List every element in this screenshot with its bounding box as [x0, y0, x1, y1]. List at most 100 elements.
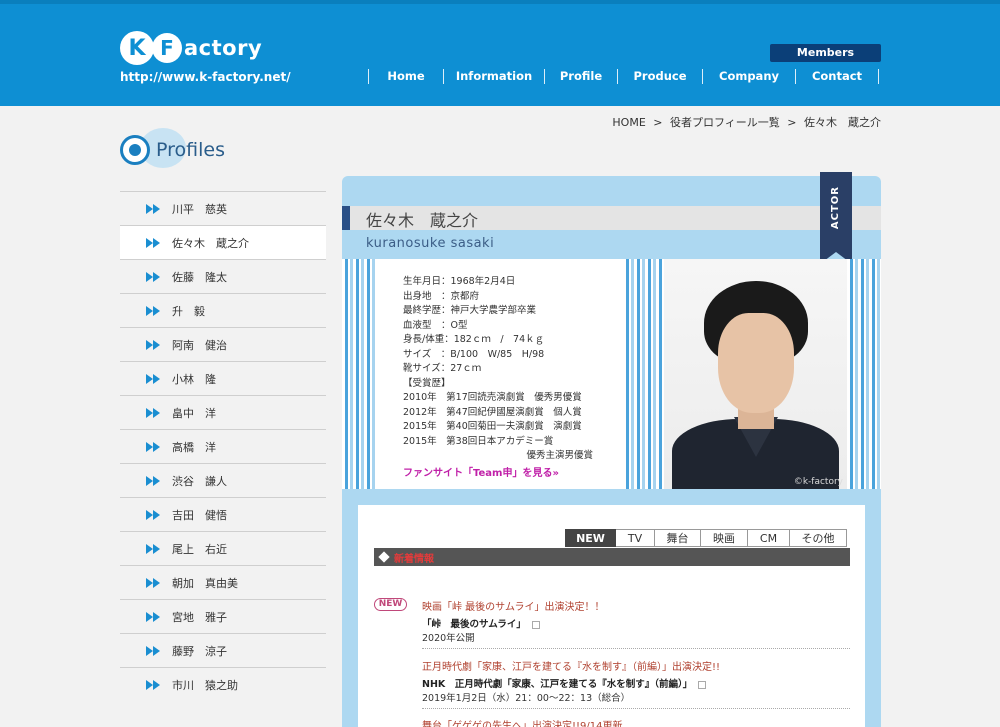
site-logo[interactable]: K F actory [120, 30, 262, 66]
logo-k-circle: K [120, 31, 154, 65]
news-section-bar: 新着情報 [374, 548, 850, 566]
actor-list-item[interactable]: 高橋 洋 [120, 429, 326, 463]
actor-list-item[interactable]: 吉田 健悟 [120, 497, 326, 531]
site-url: http://www.k-factory.net/ [120, 70, 291, 84]
external-link-icon[interactable] [698, 680, 707, 689]
profiles-heading: Profiles [120, 128, 225, 172]
external-link-icon[interactable] [531, 620, 540, 629]
actor-list-item[interactable]: 升 毅 [120, 293, 326, 327]
global-nav: Home Information Profile Produce Company… [368, 68, 879, 85]
double-arrow-icon [146, 679, 164, 690]
name-bar: 佐々木 蔵之介 [342, 206, 881, 230]
news-title[interactable]: 舞台「ゲゲゲの先生へ」出演決定!!9/14更新 [422, 717, 622, 727]
detail-line: 2015年 第40回菊田一夫演劇賞 演劇賞 [403, 421, 582, 432]
tab-tv[interactable]: TV [616, 529, 655, 547]
nav-home[interactable]: Home [369, 68, 443, 85]
actor-list-item[interactable]: 川平 慈英 [120, 191, 326, 225]
detail-line: 2010年 第17回読売演劇賞 優秀男優賞 [403, 392, 582, 403]
detail-line: 身長/体重：182ｃｍ / 74ｋｇ [403, 334, 545, 345]
double-arrow-icon [146, 237, 164, 248]
breadcrumb-home[interactable]: HOME [612, 116, 645, 129]
logo-f-circle: F [152, 33, 182, 63]
nav-profile[interactable]: Profile [545, 68, 617, 85]
detail-line: 血液型 ：O型 [403, 319, 468, 331]
site-header: K F actory http://www.k-factory.net/ Mem… [0, 0, 1000, 106]
double-arrow-icon [146, 271, 164, 282]
actor-list-item[interactable]: 宮地 雅子 [120, 599, 326, 633]
news-date: 2019年1月2日（水）21：00〜22：13（総合） [422, 693, 631, 704]
double-arrow-icon [146, 407, 164, 418]
double-arrow-icon [146, 611, 164, 622]
actor-list-item[interactable]: 朝加 真由美 [120, 565, 326, 599]
double-arrow-icon [146, 305, 164, 316]
tab-new[interactable]: NEW [565, 529, 616, 547]
name-bar-accent [342, 206, 350, 230]
actor-name: 升 毅 [172, 304, 205, 318]
actor-name: 阿南 健治 [172, 338, 227, 352]
breadcrumb: HOME > 役者プロフィール一覧 > 佐々木 蔵之介 [608, 114, 881, 130]
news-divider [422, 648, 850, 649]
fansite-link[interactable]: ファンサイト「Team申」を見る» [403, 467, 623, 482]
actor-name: 尾上 右近 [172, 542, 227, 556]
double-arrow-icon [146, 339, 164, 350]
actor-name: 畠中 洋 [172, 406, 216, 420]
breadcrumb-separator: > [787, 116, 797, 129]
detail-line: 【受賞歴】 [403, 377, 451, 389]
actor-name: 吉田 健悟 [172, 508, 227, 522]
double-arrow-icon [146, 441, 164, 452]
nav-company[interactable]: Company [703, 68, 795, 85]
nav-separator [443, 69, 444, 84]
actor-list-item[interactable]: 尾上 右近 [120, 531, 326, 565]
profiles-title: Profiles [156, 139, 225, 161]
nav-contact[interactable]: Contact [796, 68, 878, 85]
actor-list-item[interactable]: 阿南 健治 [120, 327, 326, 361]
actor-name: 市川 猿之助 [172, 678, 238, 692]
news-title[interactable]: 映画「峠 最後のサムライ」出演決定！！ [422, 598, 604, 613]
actor-name-jp: 佐々木 蔵之介 [366, 211, 479, 230]
news-subtitle-text: NHK 正月時代劇「家康、江戸を建てる『水を制す』（前編）」 [422, 679, 693, 690]
news-section-label: 新着情報 [394, 554, 434, 565]
news-title[interactable]: 正月時代劇「家康、江戸を建てる『水を制す』（前編）」出演決定!! [422, 658, 720, 673]
target-icon [120, 135, 150, 165]
tab-other[interactable]: その他 [790, 529, 847, 547]
actor-list-item[interactable]: 小林 隆 [120, 361, 326, 395]
news-tabs: NEW TV 舞台 映画 CM その他 [565, 529, 847, 547]
nav-separator [795, 69, 796, 84]
actor-list-item[interactable]: 畠中 洋 [120, 395, 326, 429]
actor-ribbon: ACTOR [820, 172, 852, 264]
actor-name: 高橋 洋 [172, 440, 216, 454]
detail-line: 優秀主演男優賞 [403, 450, 594, 461]
actor-name: 藤野 涼子 [172, 644, 227, 658]
news-subtitle: 「峠 最後のサムライ」 [422, 616, 540, 630]
actor-list-item[interactable]: 市川 猿之助 [120, 667, 326, 701]
diamond-icon [378, 551, 390, 563]
actor-list-item[interactable]: 藤野 涼子 [120, 633, 326, 667]
tab-cm[interactable]: CM [748, 529, 790, 547]
nav-produce[interactable]: Produce [618, 68, 702, 85]
detail-line: 生年月日：1968年2月4日 [403, 276, 516, 287]
double-arrow-icon [146, 475, 164, 486]
news-date: 2020年公開 [422, 633, 475, 644]
news-panel: NEW TV 舞台 映画 CM その他 新着情報 NEW 映画「峠 最後のサムラ… [358, 505, 865, 727]
breadcrumb-profiles[interactable]: 役者プロフィール一覧 [670, 116, 780, 129]
detail-line: サイズ ：B/100 W/85 H/98 [403, 348, 545, 360]
double-arrow-icon [146, 203, 164, 214]
double-arrow-icon [146, 577, 164, 588]
tab-movie[interactable]: 映画 [701, 529, 748, 547]
actor-name: 佐藤 隆太 [172, 270, 227, 284]
actor-name-en: kuranosuke sasaki [366, 236, 495, 251]
actor-name: 佐々木 蔵之介 [172, 236, 249, 250]
nav-separator [544, 69, 545, 84]
tab-stage[interactable]: 舞台 [655, 529, 701, 547]
actor-list-item-active[interactable]: 佐々木 蔵之介 [120, 225, 326, 259]
members-button[interactable]: Members [770, 44, 881, 62]
nav-information[interactable]: Information [444, 68, 544, 85]
breadcrumb-separator: > [653, 116, 663, 129]
double-arrow-icon [146, 645, 164, 656]
actor-name: 宮地 雅子 [172, 610, 227, 624]
stripe-decoration [342, 259, 376, 489]
actor-list: 川平 慈英 佐々木 蔵之介 佐藤 隆太 升 毅 阿南 健治 小林 隆 畠中 洋 … [120, 191, 326, 701]
actor-list-item[interactable]: 渋谷 謙人 [120, 463, 326, 497]
detail-line: 出身地 ：京都府 [403, 290, 480, 302]
actor-list-item[interactable]: 佐藤 隆太 [120, 259, 326, 293]
